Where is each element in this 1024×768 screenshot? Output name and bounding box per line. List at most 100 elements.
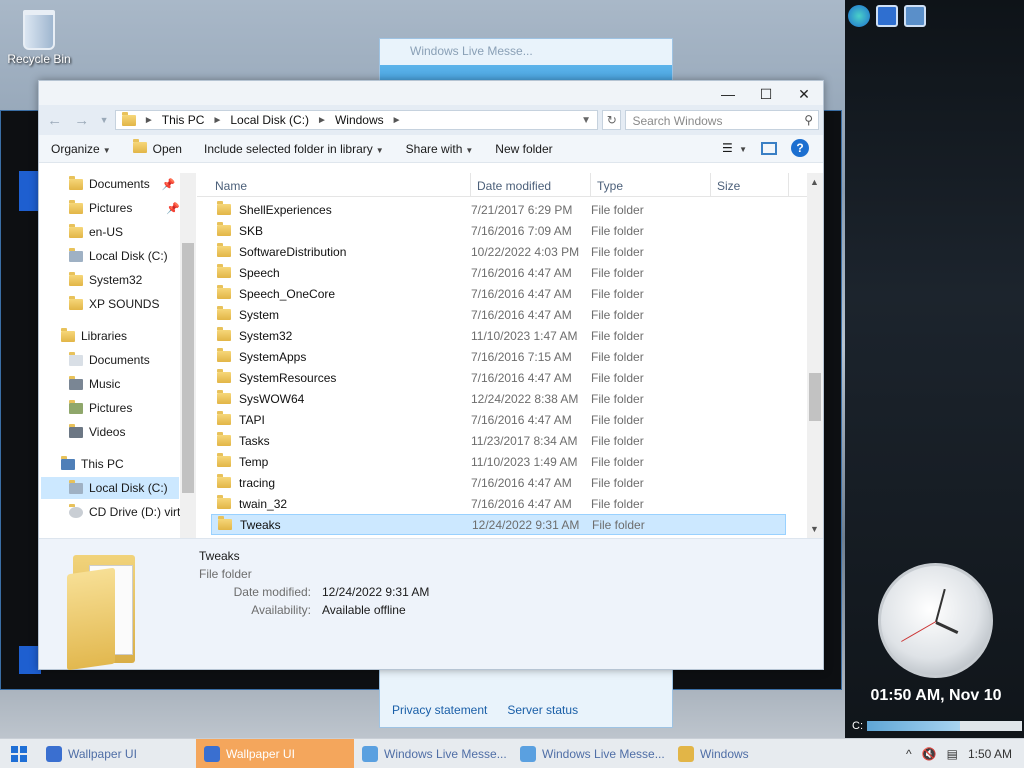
edge-icon[interactable] (848, 5, 870, 27)
desktop-icon[interactable] (876, 5, 898, 27)
nav-item-videos[interactable]: Videos (69, 421, 125, 443)
wlm-window-title: Windows Live Messe... (410, 44, 533, 58)
table-row[interactable]: ShellExperiences 7/21/2017 6:29 PM File fo… (211, 199, 786, 220)
file-name-cell: System32 (211, 327, 471, 343)
table-row[interactable]: Tweaks 12/24/2022 9:31 AM File folder (211, 514, 786, 535)
folder-icon (217, 369, 231, 383)
explorer-title-bar[interactable]: — ☐ ✕ (39, 81, 823, 105)
taskbar-button[interactable]: Windows Live Messe... (512, 739, 670, 768)
nav-item-en-us[interactable]: en-US (69, 221, 123, 243)
file-name: SysWOW64 (239, 391, 305, 406)
file-list-scrollbar[interactable]: ▲ ▼ (807, 173, 823, 538)
nav-item-xp-sounds[interactable]: XP SOUNDS (69, 293, 159, 315)
column-date-modified[interactable]: Date modified (471, 173, 591, 196)
nav-item-library-documents[interactable]: Documents (69, 349, 150, 371)
chevron-up-icon[interactable]: ^ (906, 747, 912, 761)
nav-item-pictures-pinned[interactable]: Pictures 📌 (69, 197, 180, 219)
file-list-scrollbar-thumb[interactable] (809, 373, 821, 421)
taskbar-button[interactable]: Wallpaper UI (38, 739, 196, 768)
maximize-button[interactable]: ☐ (747, 83, 785, 105)
chevron-right-icon[interactable]: ► (212, 115, 222, 126)
taskbar-button[interactable]: Windows (670, 739, 828, 768)
file-date-cell: 12/24/2022 9:31 AM (472, 517, 580, 532)
table-row[interactable]: Speech_OneCore 7/16/2016 4:47 AM File fold… (211, 283, 786, 304)
volume-muted-icon[interactable]: 🔇 (922, 747, 937, 761)
nav-item-this-pc[interactable]: This PC (61, 453, 124, 475)
start-button[interactable] (0, 739, 38, 768)
address-bar[interactable]: ► This PC ► Local Disk (C:) ► Windows ► … (114, 110, 599, 130)
chevron-down-icon[interactable]: ▼ (581, 115, 591, 126)
table-row[interactable]: SystemApps 7/16/2016 7:15 AM File folder (211, 346, 786, 367)
table-row[interactable]: TAPI 7/16/2016 4:47 AM File folder (211, 409, 786, 430)
file-name-cell: Temp (211, 453, 471, 469)
nav-item-local-disk[interactable]: Local Disk (C:) (41, 477, 179, 499)
nav-scrollbar-thumb[interactable] (182, 243, 194, 493)
column-size[interactable]: Size (711, 173, 789, 196)
folder-icon (121, 111, 136, 126)
open-button[interactable]: Open (132, 138, 182, 156)
table-row[interactable]: Speech 7/16/2016 4:47 AM File folder (211, 262, 786, 283)
forward-arrow-icon[interactable]: → (70, 112, 93, 129)
share-with-button[interactable]: Share with ▼ (406, 142, 474, 156)
minimize-button[interactable]: — (709, 83, 747, 105)
search-icon[interactable]: ⚲ (804, 113, 813, 127)
nav-item-libraries[interactable]: Libraries (61, 325, 127, 347)
navigation-pane: Documents 📌 Pictures 📌 en-US Local Disk (C… (39, 173, 197, 538)
chevron-right-icon[interactable]: ► (392, 115, 402, 126)
preview-pane-icon[interactable] (761, 141, 777, 155)
chevron-right-icon[interactable]: ► (144, 115, 154, 126)
scroll-up-icon[interactable]: ▲ (810, 177, 819, 187)
table-row[interactable]: tracing 7/16/2016 4:47 AM File folder (211, 472, 786, 493)
privacy-statement-link[interactable]: Privacy statement (392, 703, 487, 717)
column-type[interactable]: Type (591, 173, 711, 196)
nav-scrollbar[interactable] (180, 173, 196, 538)
file-list-pane: Name Date modified Type Size ShellExperi… (197, 173, 823, 538)
chevron-right-icon[interactable]: ► (317, 115, 327, 126)
recycle-bin-desktop-icon[interactable]: Recycle Bin (4, 6, 74, 66)
refresh-icon[interactable]: ↻ (602, 110, 622, 130)
file-name-cell: SystemApps (211, 348, 471, 364)
column-name[interactable]: Name (197, 173, 471, 196)
table-row[interactable]: SystemResources 7/16/2016 4:47 AM File fol… (211, 367, 786, 388)
table-row[interactable]: Tasks 11/23/2017 8:34 AM File folder (211, 430, 786, 451)
help-icon[interactable]: ? (791, 139, 809, 157)
breadcrumb-windows[interactable]: Windows (335, 113, 384, 127)
file-name-cell: SysWOW64 (211, 390, 471, 406)
back-arrow-icon[interactable]: ← (43, 112, 66, 129)
new-folder-button[interactable]: New folder (495, 142, 552, 156)
file-name: SoftwareDistribution (239, 244, 347, 259)
nav-item-cd-drive[interactable]: CD Drive (D:) virt (69, 501, 180, 523)
breadcrumb-local-disk[interactable]: Local Disk (C:) (230, 113, 309, 127)
taskbar-button[interactable]: Windows Live Messe... (354, 739, 512, 768)
taskbar-button[interactable]: Wallpaper UI (196, 738, 354, 768)
nav-item-local-disk-quick[interactable]: Local Disk (C:) (69, 245, 168, 267)
table-row[interactable]: Temp 11/10/2023 1:49 AM File folder (211, 451, 786, 472)
table-row[interactable]: SysWOW64 12/24/2022 8:38 AM File folder (211, 388, 786, 409)
table-row[interactable]: SKB 7/16/2016 7:09 AM File folder (211, 220, 786, 241)
table-row[interactable]: System32 11/10/2023 1:47 AM File folder (211, 325, 786, 346)
file-name-cell: Speech_OneCore (211, 285, 471, 301)
search-input[interactable]: Search Windows ⚲ (625, 110, 819, 130)
table-row[interactable]: twain_32 7/16/2016 4:47 AM File folder (211, 493, 786, 514)
close-button[interactable]: ✕ (785, 83, 823, 105)
view-options-icon[interactable]: ☰ ▼ (722, 141, 747, 155)
table-row[interactable]: System 7/16/2016 4:47 AM File folder (211, 304, 786, 325)
server-status-link[interactable]: Server status (507, 703, 578, 717)
network-icon[interactable]: ▤ (947, 747, 958, 761)
tray-time[interactable]: 1:50 AM (968, 747, 1012, 761)
nav-item-system32[interactable]: System32 (69, 269, 142, 291)
nav-item-music[interactable]: Music (69, 373, 120, 395)
file-explorer-window[interactable]: — ☐ ✕ ← → ▼ ► This PC ► Local Disk (C:) … (38, 80, 824, 671)
include-in-library-button[interactable]: Include selected folder in library ▼ (204, 142, 384, 156)
file-type-cell: File folder (591, 223, 644, 238)
file-name-cell: Tweaks (212, 516, 472, 532)
recent-locations-icon[interactable]: ▼ (97, 115, 111, 125)
nav-item-documents-pinned[interactable]: Documents 📌 (69, 173, 175, 195)
organize-button[interactable]: Organize ▼ (51, 142, 111, 156)
breadcrumb-this-pc[interactable]: This PC (162, 113, 205, 127)
display-settings-icon[interactable] (904, 5, 926, 27)
table-row[interactable]: SoftwareDistribution 10/22/2022 4:03 PM Fi… (211, 241, 786, 262)
scroll-down-icon[interactable]: ▼ (810, 524, 819, 534)
nav-item-library-pictures[interactable]: Pictures (69, 397, 132, 419)
file-type-cell: File folder (592, 517, 645, 532)
